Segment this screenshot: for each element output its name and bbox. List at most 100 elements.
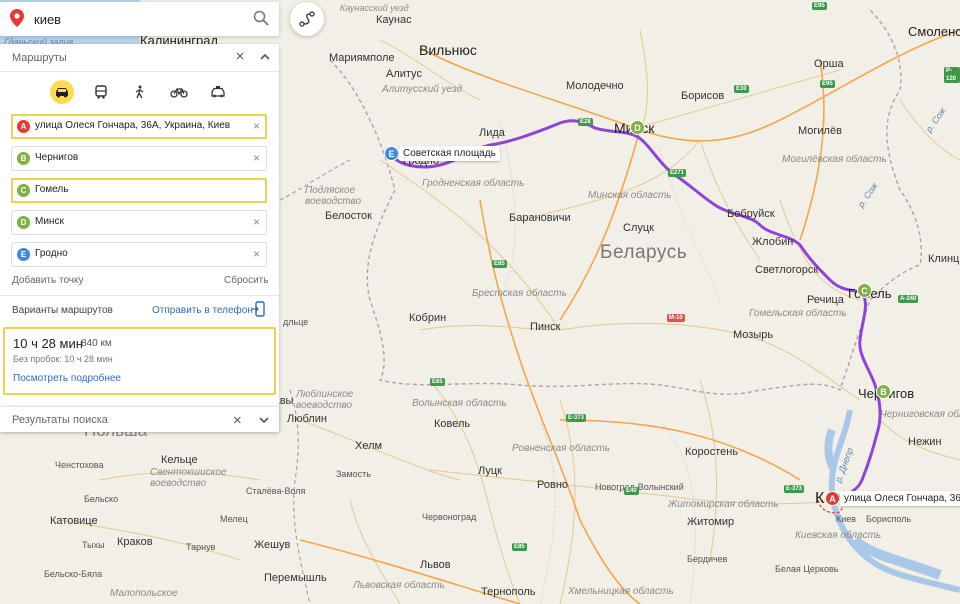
map-label-zhlobin: Жлобин <box>752 236 794 248</box>
waypoint-e[interactable]: E Гродно × <box>11 242 267 267</box>
search-results-label: Результаты поиска <box>12 414 108 426</box>
map-label-podlaskie: Подляское воеводство <box>305 185 362 207</box>
map-label-brest-region: Брестская область <box>472 288 567 299</box>
map-label-baranovichi: Барановичи <box>509 212 571 224</box>
waypoint-a[interactable]: A улица Олеся Гончара, 36А, Украина, Кие… <box>11 114 267 139</box>
map-label-zhytomyr: Житомир <box>687 516 735 528</box>
map-label-lida: Лида <box>479 127 505 139</box>
collapse-routes-button[interactable] <box>258 50 272 64</box>
route-toggle-button[interactable] <box>290 2 324 36</box>
road-e40: E40 <box>624 487 639 495</box>
mode-car-button[interactable] <box>50 80 74 104</box>
waypoint-a-input[interactable]: улица Олеся Гончара, 36А, Украина, Киев <box>35 120 230 131</box>
map-label-kaunas-region: Каунасский уезд <box>340 3 409 13</box>
road-e373-b: E-373 <box>784 485 805 493</box>
phone-icon[interactable] <box>252 301 266 322</box>
map-label-borisov: Борисов <box>681 90 725 102</box>
waypoint-b-input[interactable]: Чернигов <box>35 152 78 163</box>
map-label-chelm: Хелм <box>355 440 383 452</box>
map-label-volyn-region: Волынская область <box>412 398 507 409</box>
search-icon[interactable] <box>253 10 269 31</box>
route-marker-e[interactable]: E <box>384 146 399 161</box>
route-no-traffic-time: Без пробок: 10 ч 28 мин <box>13 354 113 364</box>
search-input[interactable]: киев <box>34 12 61 27</box>
route-marker-c[interactable]: C <box>857 283 872 298</box>
map-label-przemysl: Перемышль <box>264 572 327 584</box>
map-label-korosten: Коростень <box>685 446 739 458</box>
send-to-phone-link[interactable]: Отправить в телефон <box>152 305 253 316</box>
route-duration: 10 ч 28 мин <box>13 336 83 351</box>
map-label-orsha: Орша <box>814 58 844 70</box>
waypoint-c-badge: C <box>17 184 30 197</box>
map-label-gomel-region: Гомельская область <box>749 308 847 319</box>
map-label-pinsk: Пинск <box>530 321 561 333</box>
waypoint-d[interactable]: D Минск × <box>11 210 267 235</box>
add-point-link[interactable]: Добавить точку <box>12 275 83 286</box>
map-label-kobrin: Кобрин <box>409 312 447 324</box>
waypoint-d-input[interactable]: Минск <box>35 216 64 227</box>
waypoint-c-input[interactable]: Гомель <box>35 184 68 195</box>
search-box[interactable]: киев <box>0 2 279 36</box>
road-m10: M-10 <box>667 314 685 322</box>
walk-icon <box>135 85 144 99</box>
route-marker-b[interactable]: B <box>876 384 891 399</box>
route-details-link[interactable]: Посмотреть подробнее <box>13 373 121 384</box>
reset-link[interactable]: Сбросить <box>224 275 268 286</box>
route-marker-a-label: улица Олеся Гончара, 36А <box>840 491 960 506</box>
map-label-bialystok: Белосток <box>325 210 372 222</box>
map-label-smolensk: Смоленск <box>908 24 960 39</box>
road-e95-a: E95 <box>812 2 827 10</box>
map-label-swietokrzyskie: Свентокшиское воеводство <box>150 467 227 489</box>
map-label-bielsko: Бельско <box>84 494 119 504</box>
route-marker-a[interactable]: A <box>825 491 840 506</box>
mode-bike-button[interactable] <box>167 80 191 104</box>
map-label-mozyr: Мозырь <box>733 329 774 341</box>
waypoint-b-badge: B <box>17 152 30 165</box>
remove-waypoint-b-button[interactable]: × <box>253 151 260 165</box>
map-label-tarnow: Тарнув <box>186 542 216 552</box>
map-label-bielsko-biala: Бельско-Бяла <box>44 569 103 579</box>
map-pin-icon <box>10 9 24 32</box>
map-label-krakow: Краков <box>117 536 153 548</box>
bus-icon <box>95 85 107 99</box>
close-routes-button[interactable]: × <box>233 49 247 64</box>
chevron-down-icon <box>259 417 269 424</box>
map-label-rivne: Ровно <box>537 479 569 491</box>
remove-waypoint-d-button[interactable]: × <box>253 215 260 229</box>
map-label-rzeszow: Жешув <box>254 539 291 551</box>
map-label-mogilev-region: Могилёвская область <box>782 154 887 165</box>
waypoint-c[interactable]: C Гомель <box>11 178 267 203</box>
search-results-bar[interactable]: Результаты поиска × <box>0 406 279 432</box>
mode-taxi-button[interactable] <box>206 80 230 104</box>
map-label-slutsk: Слуцк <box>623 222 654 234</box>
map-label-zhytomyr-region: Житомирская область <box>668 499 779 510</box>
routes-header: Маршруты <box>12 52 67 64</box>
close-results-button[interactable]: × <box>233 412 242 429</box>
map-label-lublin: Люблин <box>287 413 327 425</box>
map-label-bobruisk: Бобруйск <box>727 208 775 220</box>
map-label-minsk-region: Минская область <box>588 190 672 201</box>
waypoint-b[interactable]: B Чернигов × <box>11 146 267 171</box>
mode-walk-button[interactable] <box>128 80 152 104</box>
expand-results-button[interactable] <box>258 413 270 431</box>
map-label-svetlogorsk: Светлогорск <box>755 264 819 276</box>
mode-bus-button[interactable] <box>89 80 113 104</box>
map-label-marijampole: Мариямполе <box>329 52 395 64</box>
map-label-chernigov-region: Черниговская область <box>880 409 960 420</box>
map-label-alytus-region: Алитусский уезд <box>382 84 463 95</box>
map-label-nizhyn: Нежин <box>908 436 942 448</box>
waypoint-e-badge: E <box>17 248 30 261</box>
route-distance: 840 км <box>81 338 112 349</box>
waypoint-e-input[interactable]: Гродно <box>35 248 68 259</box>
remove-waypoint-e-button[interactable]: × <box>253 247 260 261</box>
route-result-card[interactable]: 10 ч 28 мин 840 км Без пробок: 10 ч 28 м… <box>3 327 276 395</box>
map-label-rechitsa: Речица <box>807 294 844 306</box>
route-variants-label: Варианты маршрутов <box>12 305 113 316</box>
map-label-belarus: Беларусь <box>600 242 688 263</box>
remove-waypoint-a-button[interactable]: × <box>253 119 260 133</box>
route-marker-d[interactable]: D <box>630 120 645 135</box>
map-label-mogilev: Могилёв <box>798 125 842 137</box>
road-a240: A-240 <box>898 295 919 303</box>
map-label-kyiv: К <box>815 490 825 507</box>
map-label-kielce: Кельце <box>161 454 198 466</box>
